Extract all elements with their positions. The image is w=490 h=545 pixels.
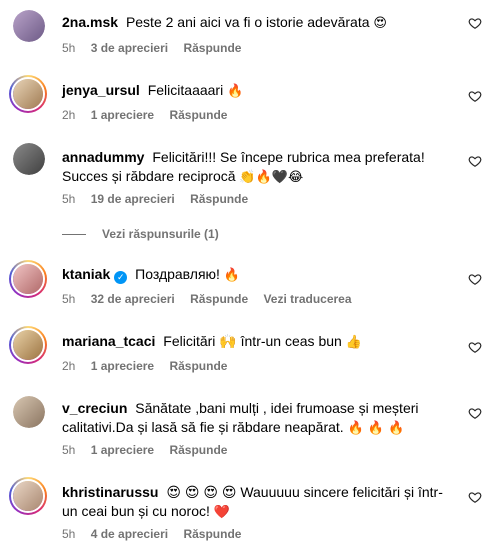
comment-body: khristinarussu 😍 😍 😍 😍 Wauuuuu sincere f… bbox=[62, 483, 450, 522]
likes-count[interactable]: 1 apreciere bbox=[91, 443, 154, 457]
reply-button[interactable]: Răspunde bbox=[169, 108, 227, 122]
replies-divider bbox=[62, 234, 86, 236]
avatar[interactable] bbox=[9, 75, 47, 113]
comment-meta: 5h 19 de aprecieri Răspunde bbox=[62, 192, 260, 206]
heart-outline-icon[interactable] bbox=[468, 154, 482, 168]
comment-meta: 2h 1 apreciere Răspunde bbox=[62, 108, 239, 122]
comment-body: 2na.msk Peste 2 ani aici va fi o istorie… bbox=[62, 13, 450, 33]
comment-username[interactable]: 2na.msk bbox=[62, 14, 118, 30]
likes-count[interactable]: 1 apreciere bbox=[91, 108, 154, 122]
avatar[interactable] bbox=[13, 396, 45, 428]
heart-outline-icon[interactable] bbox=[468, 340, 482, 354]
view-replies-button[interactable]: Vezi răspunsurile (1) bbox=[62, 227, 219, 241]
heart-outline-icon[interactable] bbox=[468, 16, 482, 30]
comment-emoji: 🔥 🔥 🔥 bbox=[347, 421, 405, 436]
comment-username[interactable]: jenya_ursul bbox=[62, 82, 140, 98]
likes-count[interactable]: 1 apreciere bbox=[91, 359, 154, 373]
comment-username[interactable]: v_creciun bbox=[62, 400, 127, 416]
comment-meta: 5h 4 de aprecieri Răspunde bbox=[62, 527, 253, 541]
comment-emoji: 😍 bbox=[373, 16, 387, 31]
likes-count[interactable]: 3 de aprecieri bbox=[91, 41, 168, 55]
heart-outline-icon[interactable] bbox=[468, 272, 482, 286]
comment-meta: 2h 1 apreciere Răspunde bbox=[62, 359, 239, 373]
translate-button[interactable]: Vezi traducerea bbox=[263, 292, 351, 306]
comment-username[interactable]: ktaniak bbox=[62, 266, 110, 282]
heart-outline-icon[interactable] bbox=[468, 490, 482, 504]
reply-button[interactable]: Răspunde bbox=[169, 359, 227, 373]
reply-button[interactable]: Răspunde bbox=[183, 527, 241, 541]
comment-emoji: 🔥 bbox=[223, 268, 241, 283]
likes-count[interactable]: 19 de aprecieri bbox=[91, 192, 175, 206]
comment-meta: 5h 3 de aprecieri Răspunde bbox=[62, 41, 253, 55]
comment-text: Peste 2 ani aici va fi o istorie adevăra… bbox=[125, 14, 370, 30]
comment-username[interactable]: mariana_tcaci bbox=[62, 333, 155, 349]
comment-time: 5h bbox=[62, 41, 76, 55]
avatar[interactable] bbox=[9, 477, 47, 515]
heart-outline-icon[interactable] bbox=[468, 406, 482, 420]
avatar[interactable] bbox=[13, 10, 45, 42]
avatar[interactable] bbox=[9, 326, 47, 364]
comment-time: 5h bbox=[62, 443, 76, 457]
comment-emoji: 👍 bbox=[345, 335, 362, 350]
comment-text: Felicitaaaari bbox=[147, 82, 224, 98]
likes-count[interactable]: 4 de aprecieri bbox=[91, 527, 168, 541]
comment-time: 5h bbox=[62, 192, 76, 206]
comment-emoji: ❤️ bbox=[213, 505, 230, 520]
comment-body: mariana_tcaci Felicitări 🙌 într-un ceas … bbox=[62, 332, 450, 352]
comment-text: Поздравляю! bbox=[135, 266, 220, 282]
comment-meta: 5h 1 apreciere Răspunde bbox=[62, 443, 239, 457]
likes-count[interactable]: 32 de aprecieri bbox=[91, 292, 175, 306]
comment-username[interactable]: annadummy bbox=[62, 149, 144, 165]
comment-text: Felicitări 🙌 într-un ceas bun bbox=[163, 333, 342, 349]
comment-time: 5h bbox=[62, 292, 76, 306]
comment-body: v_creciun Sănătate ,bani mulți , idei fr… bbox=[62, 399, 450, 438]
avatar[interactable] bbox=[9, 260, 47, 298]
heart-outline-icon[interactable] bbox=[468, 89, 482, 103]
comment-time: 5h bbox=[62, 527, 76, 541]
view-replies-label: Vezi răspunsurile (1) bbox=[102, 227, 219, 241]
comment-time: 2h bbox=[62, 359, 76, 373]
verified-badge-icon: ✓ bbox=[114, 271, 128, 284]
comment-meta: 5h 32 de aprecieri Răspunde Vezi traduce… bbox=[62, 292, 364, 306]
reply-button[interactable]: Răspunde bbox=[169, 443, 227, 457]
comment-body: jenya_ursul Felicitaaaari 🔥 bbox=[62, 81, 450, 101]
comment-emoji: 👏🔥🖤😂 bbox=[239, 170, 304, 185]
comment-body: ktaniak ✓ Поздравляю! 🔥 bbox=[62, 265, 450, 285]
comment-time: 2h bbox=[62, 108, 76, 122]
reply-button[interactable]: Răspunde bbox=[183, 41, 241, 55]
reply-button[interactable]: Răspunde bbox=[190, 292, 248, 306]
avatar[interactable] bbox=[13, 143, 45, 175]
comment-emoji: 🔥 bbox=[227, 84, 244, 99]
comment-username[interactable]: khristinarussu bbox=[62, 484, 158, 500]
comment-body: annadummy Felicitări!!! Se începe rubric… bbox=[62, 148, 450, 187]
reply-button[interactable]: Răspunde bbox=[190, 192, 248, 206]
